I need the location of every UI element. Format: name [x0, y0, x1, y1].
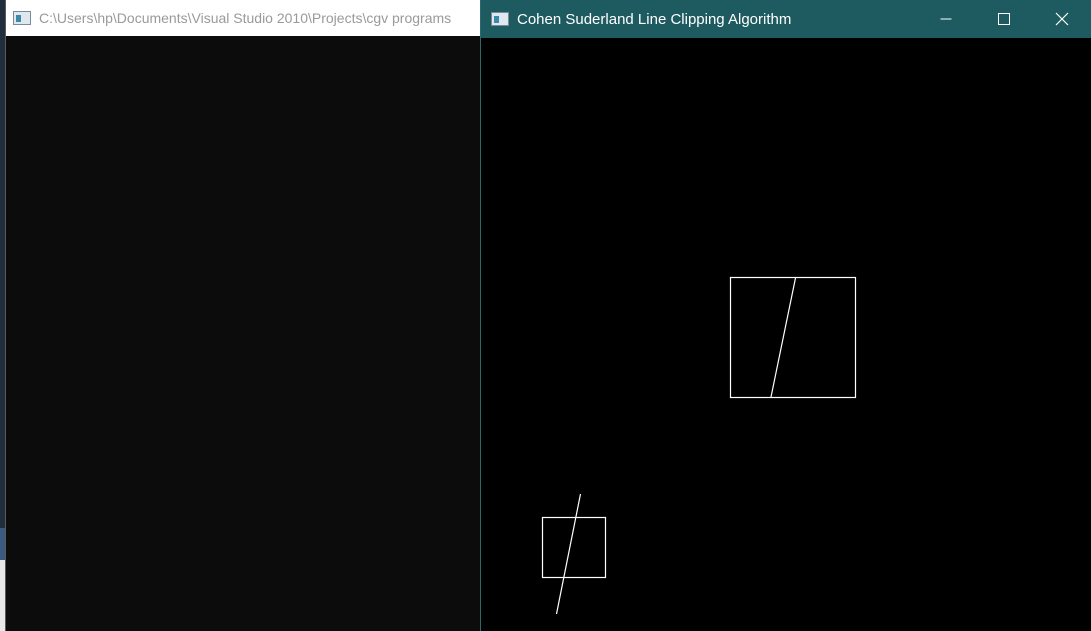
glut-window-title: Cohen Suderland Line Clipping Algorithm	[517, 10, 792, 28]
glut-app-icon[interactable]	[491, 12, 509, 26]
caption-buttons	[917, 0, 1091, 38]
original-line	[555, 493, 582, 615]
console-output-area[interactable]	[6, 36, 481, 631]
drawing-svg	[541, 276, 857, 615]
console-window[interactable]: C:\Users\hp\Documents\Visual Studio 2010…	[5, 0, 481, 631]
close-button[interactable]	[1033, 0, 1091, 38]
glut-drawing-canvas[interactable]	[481, 38, 1091, 631]
console-window-title: C:\Users\hp\Documents\Visual Studio 2010…	[39, 10, 452, 26]
glut-titlebar[interactable]: Cohen Suderland Line Clipping Algorithm	[481, 0, 1091, 38]
close-icon	[1055, 12, 1069, 26]
viewport-rectangle	[729, 276, 857, 399]
desktop: C:\Users\hp\Documents\Visual Studio 2010…	[0, 0, 1091, 631]
maximize-icon	[998, 13, 1010, 25]
minimize-icon	[940, 18, 952, 20]
viewport-clipped-line	[770, 277, 797, 398]
console-titlebar[interactable]: C:\Users\hp\Documents\Visual Studio 2010…	[6, 0, 481, 36]
console-app-icon[interactable]	[13, 11, 31, 25]
glut-window[interactable]: Cohen Suderland Line Clipping Algorithm	[480, 0, 1091, 631]
minimize-button[interactable]	[917, 0, 975, 38]
maximize-button[interactable]	[975, 0, 1033, 38]
